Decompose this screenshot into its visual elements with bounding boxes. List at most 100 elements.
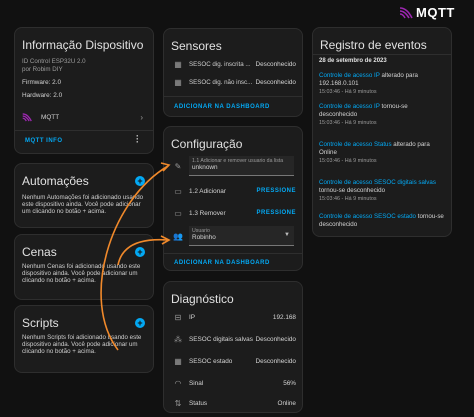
diagnostic-name: SESOC estado [189, 357, 233, 365]
device-info-title: Informação Dispositivo [22, 38, 144, 52]
diagnostic-name: SESOC digitais salvas [189, 335, 253, 343]
device-firmware: Firmware: 2.0 [22, 79, 62, 86]
sensor-row[interactable]: ▦ SESOC dig. não insc... Desconhecido [164, 75, 302, 89]
mqtt-logo-icon [399, 6, 413, 18]
dropdown-arrow-icon: ▼ [284, 232, 290, 238]
user-select[interactable]: Usuario Robinho ▼ [189, 226, 294, 246]
event-entry: Controle de acesso Status alterado para … [319, 141, 445, 165]
sensor-value: Desconhecido [255, 78, 296, 86]
event-log-date: 28 de setembro de 2023 [319, 58, 387, 64]
wifi-icon: ◠ [174, 378, 182, 388]
diagnostic-value: 192.168 [272, 313, 296, 321]
press-remove-button[interactable]: PRESSIONE [256, 210, 296, 216]
event-entity-link[interactable]: Controle de acesso SESOC digitais salvas [319, 179, 436, 186]
device-info-card: Informação Dispositivo ID Control ESP32U… [14, 27, 154, 154]
mqtt-info-button[interactable]: MQTT INFO [25, 138, 63, 144]
device-hardware: Hardware: 2.0 [22, 92, 63, 99]
sensor-name: SESOC dig. não insc... [189, 78, 253, 86]
event-log-title: Registro de eventos [320, 38, 427, 52]
scenes-card: Cenas + Nenhum Cenas foi adicionado usan… [14, 234, 154, 300]
button-row-add: ▭ 1.2 Adicionar PRESSIONE [164, 184, 302, 198]
diagnostic-value: Desconhecido [255, 335, 296, 343]
fingerprint-icon: ▦ [174, 77, 182, 87]
sensor-name: SESOC dig. inscrita ... [189, 60, 251, 68]
diagnostic-row-status[interactable]: ⇅ Status Online [164, 396, 302, 410]
select-entity-row: 👥 Usuario Robinho ▼ [164, 225, 302, 247]
event-action: alterado para [379, 72, 418, 79]
sensor-row[interactable]: ▦ SESOC dig. inscrita ... Desconhecido [164, 57, 302, 71]
add-automation-button[interactable]: + [135, 176, 145, 186]
event-value: Online [319, 149, 337, 156]
scripts-empty-text: Nenhum Scripts foi adicionado usando est… [22, 334, 142, 355]
ip-icon: ⊟ [174, 312, 182, 322]
event-entry: Controle de acesso IP alterado para 192.… [319, 72, 445, 96]
diagnostic-row-state[interactable]: ▦ SESOC estado Desconhecido [164, 354, 302, 368]
integration-name: MQTT [41, 113, 60, 121]
event-log-card: Registro de eventos 28 de setembro de 20… [312, 27, 452, 237]
mqtt-watermark: MQTT [399, 5, 455, 20]
event-action: tornou-se [379, 103, 408, 110]
sensors-add-to-dashboard-button[interactable]: ADICIONAR NA DASHBOARD [174, 104, 270, 110]
event-action: alterado para [391, 141, 430, 148]
event-value: desconhecido [319, 111, 358, 118]
diagnostic-value: Desconhecido [255, 357, 296, 365]
event-time: 15:03:46 - Há 9 minutos [319, 196, 377, 202]
event-entry: Controle de acesso SESOC digitais salvas… [319, 179, 445, 203]
configuration-title: Configuração [171, 137, 243, 151]
text-entity-row[interactable]: ✎ 1.1 Adicionar e remover usuario da lis… [164, 155, 302, 177]
diagnostic-row-signal[interactable]: ◠ Sinal 56% [164, 376, 302, 390]
event-entity-link[interactable]: Controle de acesso SESOC estado [319, 213, 416, 220]
button-row-remove: ▭ 1.3 Remover PRESSIONE [164, 206, 302, 220]
button-add-name: 1.2 Adicionar [189, 187, 226, 195]
diagnostic-card: Diagnóstico ⊟ IP 192.168 ⁂ SESOC digitai… [163, 281, 303, 413]
button-icon: ▭ [174, 208, 182, 218]
diagnostic-value: 56% [283, 379, 296, 387]
scripts-card: Scripts + Nenhum Scripts foi adicionado … [14, 305, 154, 373]
event-value: desconhecido [319, 221, 358, 228]
automations-empty-text: Nenhum Automações foi adicionado usando … [22, 194, 144, 215]
event-entity-link[interactable]: Controle de acesso IP [319, 103, 380, 110]
text-cursor-icon: ✎ [174, 161, 182, 171]
event-action: tornou-se [416, 213, 444, 220]
chevron-right-icon: › [140, 112, 143, 122]
event-entity-link[interactable]: Controle de acesso Status [319, 141, 392, 148]
sensors-title: Sensores [171, 39, 222, 53]
scripts-title: Scripts [22, 316, 59, 330]
event-entity-link[interactable]: Controle de acesso IP [319, 72, 380, 79]
diagnostic-name: Status [189, 399, 208, 407]
add-scene-button[interactable]: + [135, 247, 145, 257]
scenes-empty-text: Nenhum Cenas foi adicionado usando este … [22, 263, 141, 284]
press-add-button[interactable]: PRESSIONE [256, 188, 296, 194]
more-options-icon[interactable]: · · · [136, 132, 139, 147]
event-value: 192.168.0.101 [319, 80, 359, 87]
fingerprint-icon: ▦ [174, 356, 182, 366]
automations-title: Automações [22, 174, 89, 188]
event-time: 15:03:46 - Há 9 minutos [319, 158, 377, 164]
device-info-divider [15, 130, 153, 131]
event-time: 15:03:46 - Há 9 minutos [319, 89, 377, 95]
event-time: 15:03:46 - Há 9 minutos [319, 120, 377, 126]
user-select-value: Robinho [192, 234, 216, 241]
diagnostic-value: Online [277, 399, 296, 407]
status-icon: ⇅ [174, 398, 182, 408]
sensors-divider [164, 96, 302, 97]
automations-card: Automações + Nenhum Automações foi adici… [14, 163, 154, 228]
button-icon: ▭ [174, 186, 182, 196]
add-script-button[interactable]: + [135, 318, 145, 328]
diagnostic-row-saved[interactable]: ⁂ SESOC digitais salvas Desconhecido [164, 332, 302, 346]
users-icon: ⁂ [174, 334, 182, 344]
integration-row[interactable]: MQTT › [15, 110, 153, 124]
device-manufacturer: por Robim DIY [22, 66, 63, 73]
event-log-divider [313, 54, 451, 55]
text-entity-input[interactable]: 1.1 Adicionar e remover usuario da lista… [189, 156, 294, 176]
configuration-card: Configuração ✎ 1.1 Adicionar e remover u… [163, 126, 303, 271]
diagnostic-row-ip[interactable]: ⊟ IP 192.168 [164, 310, 302, 324]
configuration-divider [164, 253, 302, 254]
event-entry: Controle de acesso IP tornou-se desconhe… [319, 103, 445, 127]
event-entry: Controle de acesso SESOC estado tornou-s… [319, 213, 445, 229]
fingerprint-icon: ▦ [174, 59, 182, 69]
sensor-value: Desconhecido [255, 60, 296, 68]
config-add-to-dashboard-button[interactable]: ADICIONAR NA DASHBOARD [174, 260, 270, 266]
watermark-text: MQTT [416, 5, 455, 20]
diagnostic-title: Diagnóstico [171, 292, 234, 306]
